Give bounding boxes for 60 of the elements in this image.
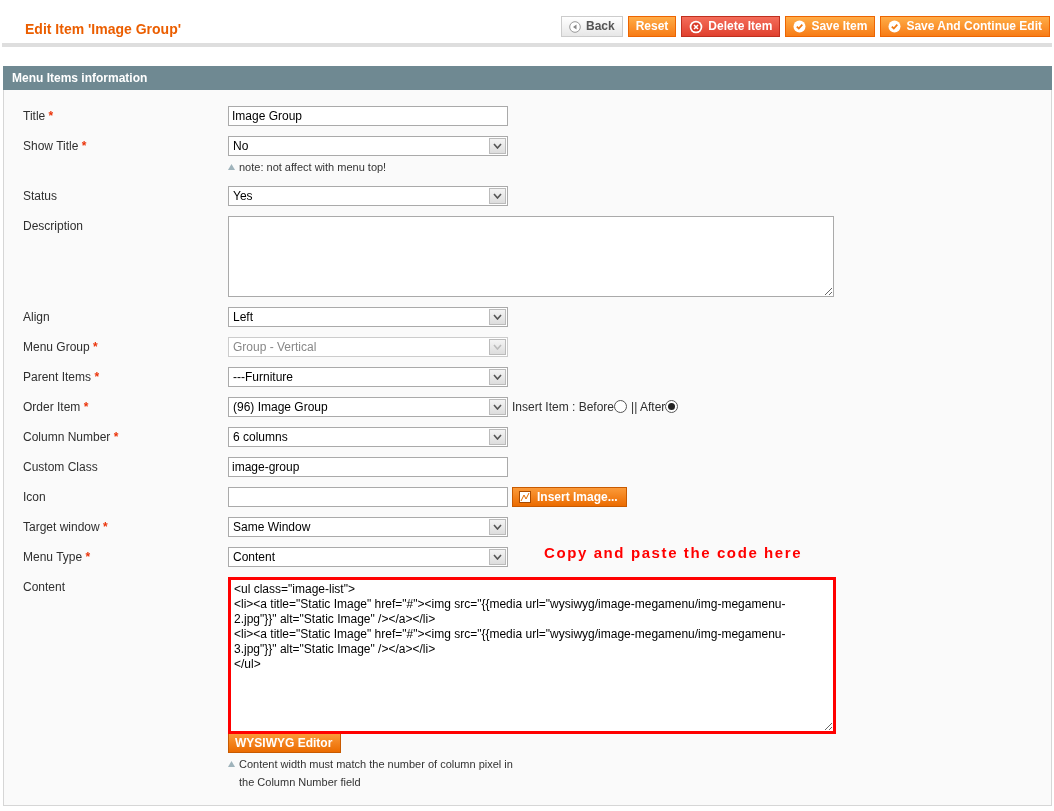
section-header: Menu Items information xyxy=(3,66,1052,90)
caret-icon xyxy=(493,344,502,350)
caret-icon xyxy=(493,434,502,440)
field-label: Status xyxy=(23,188,59,205)
caret-icon xyxy=(493,314,502,320)
annotation-text: Copy and paste the code here xyxy=(544,543,803,563)
required-mark: * xyxy=(85,550,91,564)
text-field[interactable]: image-group xyxy=(228,457,508,477)
select-field[interactable]: Same Window xyxy=(228,517,508,537)
field-label: Custom Class xyxy=(23,459,99,476)
field-label: Content xyxy=(23,579,67,596)
select-field[interactable]: Left xyxy=(228,307,508,327)
delete-button[interactable]: Delete Item xyxy=(681,16,781,37)
field-label: Align xyxy=(23,309,51,326)
radio-label: Insert Item : Before xyxy=(512,399,615,416)
caret-icon xyxy=(493,143,502,149)
triangle-icon xyxy=(228,761,235,767)
select-field[interactable]: ---Furniture xyxy=(228,367,508,387)
required-mark: * xyxy=(94,370,100,384)
required-mark: * xyxy=(48,109,54,123)
required-mark: * xyxy=(81,139,87,153)
field-label: Target window * xyxy=(23,519,109,536)
field-label: Description xyxy=(23,218,85,235)
select-field[interactable]: Content xyxy=(228,547,508,567)
required-mark: * xyxy=(93,340,98,354)
field-label: Icon xyxy=(23,489,47,506)
field-note: Content width must match the number of column pixel in the Column Number field xyxy=(239,757,514,790)
page-title: Edit Item 'Image Group' xyxy=(25,21,181,38)
select-field[interactable]: Yes xyxy=(228,186,508,206)
caret-icon xyxy=(493,404,502,410)
field-label: Parent Items * xyxy=(23,369,101,386)
caret-icon xyxy=(493,374,502,380)
field-label: Menu Type * xyxy=(23,549,92,566)
select-field[interactable]: 6 columns xyxy=(228,427,508,447)
text-area[interactable]: <ul class="image-list"> <li><a title="Static Image" href="#"><img src="{{media url="wysiwyg/image-megamenu/img-megamenu-2.jpg"}}" alt="Static Image" /></a></li> <li><a title="Static Image" href="#"><img src="{{media url="wysiwyg/image-megamenu/img-megamenu-3.jpg"}}" alt="Static Image" /></a></li> </ul> xyxy=(228,577,836,734)
text-field[interactable] xyxy=(228,487,508,507)
required-mark: * xyxy=(113,430,119,444)
field-label: Order Item * xyxy=(23,399,90,416)
field-note: note: not affect with menu top! xyxy=(239,160,387,175)
text-field[interactable]: Image Group xyxy=(228,106,508,126)
field-label: Column Number * xyxy=(23,429,120,446)
caret-icon xyxy=(493,193,502,199)
radio-button[interactable] xyxy=(614,400,628,413)
caret-icon xyxy=(493,524,502,530)
field-label: Title * xyxy=(23,108,55,125)
select-field[interactable]: (96) Image Group xyxy=(228,397,508,417)
close-icon xyxy=(689,19,704,34)
radio-label: || After xyxy=(631,399,666,416)
required-mark: * xyxy=(103,520,108,534)
back-button[interactable]: Back xyxy=(561,16,623,37)
check-icon xyxy=(888,20,902,33)
image-icon xyxy=(519,491,531,503)
select-field[interactable]: No xyxy=(228,136,508,156)
field-label: Show Title * xyxy=(23,138,88,155)
triangle-icon xyxy=(228,164,235,170)
field-label: Menu Group * xyxy=(23,339,99,356)
radio-button[interactable] xyxy=(665,400,679,413)
required-mark: * xyxy=(83,400,89,414)
caret-icon xyxy=(493,554,502,560)
check-icon xyxy=(793,20,807,33)
